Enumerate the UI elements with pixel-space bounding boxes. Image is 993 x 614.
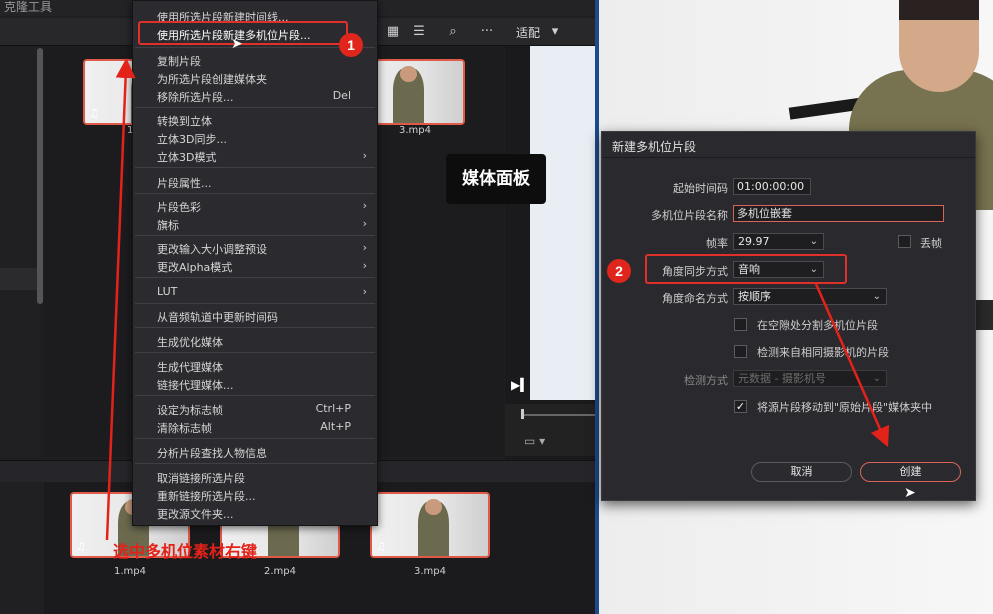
window-title: 克隆工具: [4, 0, 53, 14]
shortcut-label: Del: [332, 89, 351, 102]
film-icon[interactable]: ▭ ▾: [524, 434, 545, 448]
shortcut-label: Alt+P: [320, 420, 351, 433]
step-marker-1: 1: [339, 33, 363, 57]
chevron-right-icon: ›: [362, 285, 367, 298]
scrub-bar[interactable]: [521, 414, 595, 416]
start-tc-field[interactable]: 01:00:00:00: [733, 178, 811, 195]
dialog-title: 新建多机位片段: [612, 140, 697, 154]
naming-label: 角度命名方式: [662, 292, 728, 305]
search-icon[interactable]: ⌕: [444, 23, 462, 41]
audio-icon: ♫: [376, 540, 386, 553]
split-gaps-checkbox[interactable]: [734, 318, 747, 331]
highlight-box: [645, 254, 847, 284]
playhead[interactable]: [521, 409, 524, 419]
move-source-label: 将源片段移动到"原始片段"媒体夹中: [757, 401, 933, 414]
viewer-controls: [505, 404, 595, 456]
menu-item-convert-stereo[interactable]: 转换到立体: [157, 113, 212, 129]
split-gaps-label: 在空隙处分割多机位片段: [757, 319, 878, 332]
list-view-icon[interactable]: ☰: [410, 23, 428, 41]
fit-dropdown[interactable]: 适配: [516, 24, 540, 41]
shortcut-label: Ctrl+P: [315, 402, 351, 415]
play-icon[interactable]: ▶▍: [511, 378, 529, 392]
menu-item-remove[interactable]: 移除所选片段...: [157, 89, 234, 105]
drop-frame-checkbox[interactable]: [898, 235, 911, 248]
step-marker-2: 2: [607, 259, 631, 283]
menu-item-update-timecode[interactable]: 从音频轨道中更新时间码: [157, 309, 278, 325]
screen: 克隆工具 ▦ ☰ ⌕ ··· ▾ 适配 ♫ 1.mp4 3.mp4 ♫ 1.mp…: [0, 0, 993, 614]
create-button[interactable]: 创建: [860, 462, 961, 482]
detect-label: 检测方式: [684, 374, 728, 387]
menu-item-lut[interactable]: LUT: [157, 285, 177, 298]
cancel-button[interactable]: 取消: [751, 462, 852, 482]
naming-dropdown[interactable]: 按顺序 ⌄: [733, 288, 887, 305]
start-tc-label: 起始时间码: [673, 182, 728, 195]
detect-dropdown[interactable]: 元数据 - 摄影机号 ⌄: [733, 370, 887, 387]
context-menu: 使用所选片段新建时间线... 使用所选片段新建多机位片段... 复制片段 为所选…: [132, 0, 378, 526]
framerate-value: 29.97: [738, 235, 770, 248]
same-camera-label: 检测来自相同摄影机的片段: [757, 346, 889, 359]
menu-item-link-proxy[interactable]: 链接代理媒体...: [157, 377, 234, 393]
chevron-right-icon: ›: [362, 259, 367, 272]
grid-view-icon[interactable]: ▦: [384, 23, 402, 41]
media-panel-label: 媒体面板: [446, 154, 546, 204]
menu-item-stereo-sync[interactable]: 立体3D同步...: [157, 131, 227, 147]
menu-item-input-sizing[interactable]: 更改输入大小调整预设: [157, 241, 267, 257]
menu-item-change-source-folder[interactable]: 更改源文件夹...: [157, 506, 234, 522]
bin-list: [0, 47, 40, 457]
cursor-icon: ➤: [231, 36, 243, 52]
viewer-image: [530, 46, 595, 400]
clip-name: 2.mp4: [264, 566, 296, 577]
menu-item-set-poster-frame[interactable]: 设定为标志帧: [157, 402, 223, 418]
name-label: 多机位片段名称: [651, 209, 728, 222]
menu-item-clip-color[interactable]: 片段色彩: [157, 199, 201, 215]
menu-item-optimized-media[interactable]: 生成优化媒体: [157, 334, 223, 350]
presenter-hair: [899, 0, 979, 20]
chevron-down-icon: ⌄: [809, 236, 818, 247]
menu-item-duplicate[interactable]: 复制片段: [157, 53, 201, 69]
detect-value: 元数据 - 摄影机号: [738, 372, 826, 385]
audio-icon: ♫: [89, 107, 99, 120]
drop-frame-label: 丢帧: [920, 237, 942, 250]
framerate-dropdown[interactable]: 29.97 ⌄: [733, 233, 824, 250]
naming-value: 按顺序: [738, 290, 771, 303]
chevron-down-icon: ⌄: [872, 373, 881, 384]
move-source-checkbox[interactable]: ✓: [734, 400, 747, 413]
framerate-label: 帧率: [706, 237, 728, 250]
chevron-right-icon: ›: [362, 149, 367, 162]
menu-item-clip-attributes[interactable]: 片段属性...: [157, 175, 212, 191]
menu-item-relink[interactable]: 重新链接所选片段...: [157, 488, 256, 504]
menu-item-analyze-people[interactable]: 分析片段查找人物信息: [157, 445, 267, 461]
menu-item-unlink[interactable]: 取消链接所选片段: [157, 470, 245, 486]
side-strip: [975, 300, 993, 330]
menu-item-flags[interactable]: 旗标: [157, 217, 179, 233]
menu-item-create-bin[interactable]: 为所选片段创建媒体夹: [157, 71, 267, 87]
annotation-note: 选中多机位素材右键: [113, 542, 258, 561]
chevron-right-icon: ›: [362, 217, 367, 230]
more-icon[interactable]: ···: [478, 23, 496, 41]
bin-item[interactable]: [0, 268, 40, 290]
highlight-box: [138, 21, 348, 45]
name-field[interactable]: 多机位嵌套: [733, 205, 944, 222]
clip-name: 1.mp4: [114, 566, 146, 577]
cursor-icon: ➤: [904, 485, 916, 501]
audio-icon: ♫: [76, 540, 86, 553]
chevron-down-icon: ⌄: [872, 291, 881, 302]
menu-item-clear-poster-frame[interactable]: 清除标志帧: [157, 420, 212, 436]
lower-bin-list: [0, 482, 44, 614]
chevron-right-icon: ›: [362, 199, 367, 212]
menu-item-alpha-mode[interactable]: 更改Alpha模式: [157, 259, 232, 275]
clip-name: 3.mp4: [414, 566, 446, 577]
chevron-right-icon: ›: [362, 241, 367, 254]
scrollbar[interactable]: [37, 48, 43, 304]
clip-thumbnail[interactable]: ♫: [370, 492, 490, 558]
chevron-down-icon[interactable]: ▾: [546, 23, 564, 41]
menu-item-proxy-media[interactable]: 生成代理媒体: [157, 359, 223, 375]
same-camera-checkbox[interactable]: [734, 345, 747, 358]
menu-item-stereo-mode[interactable]: 立体3D模式: [157, 149, 216, 165]
